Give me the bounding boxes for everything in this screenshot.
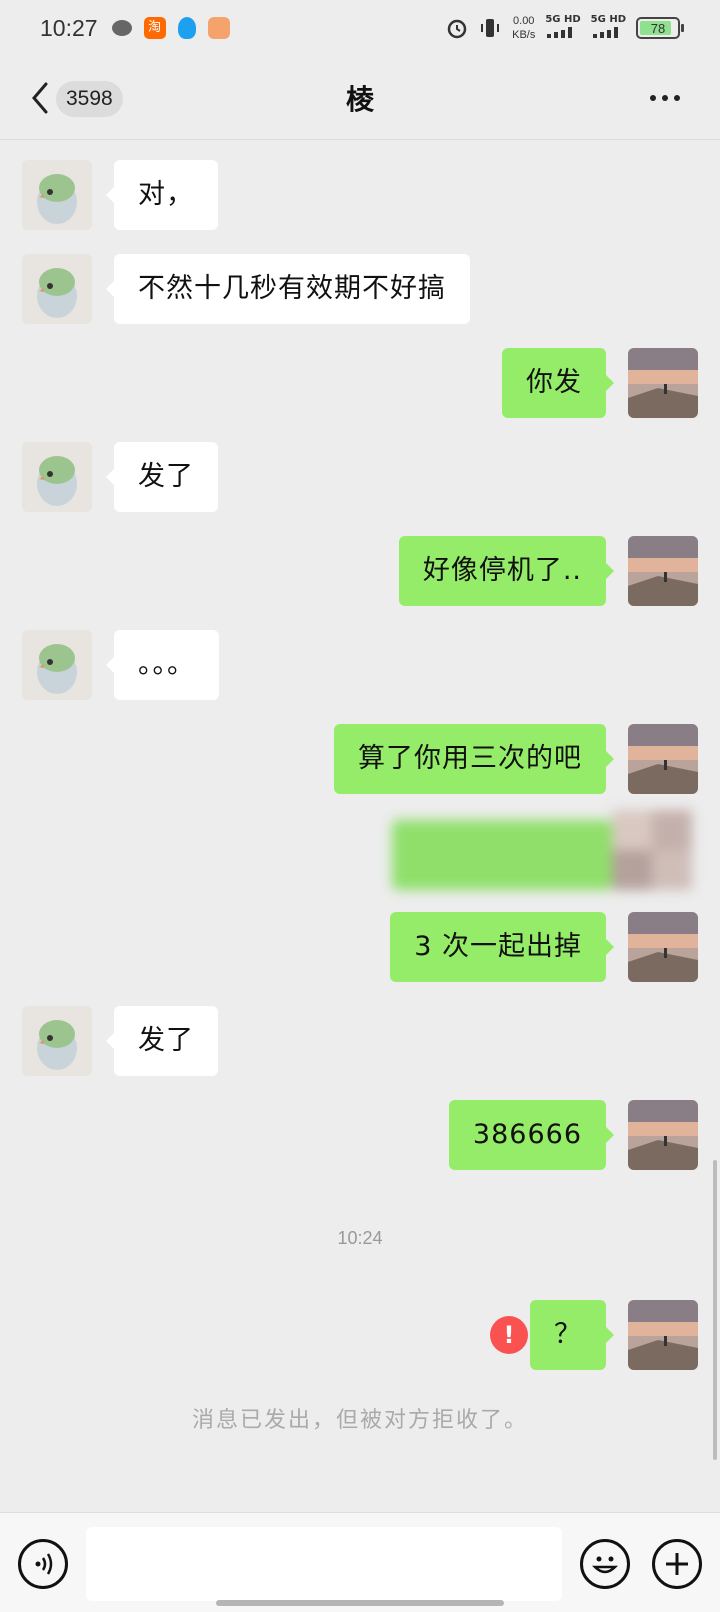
message-bubble-outgoing[interactable]: 386666 [448, 1100, 615, 1170]
signal-bars-icon [592, 27, 618, 38]
network-speed-value: 0.00 [513, 15, 535, 27]
status-bar: 10:27 淘 0.00 KB/s 5G HD 5G HD 78 [0, 0, 720, 56]
message-input[interactable] [86, 1527, 562, 1601]
voice-input-button[interactable] [18, 1539, 68, 1589]
message-bubble-incoming[interactable]: 不然十几秒有效期不好搞 [106, 254, 470, 324]
chat-title: 棱 [345, 83, 374, 116]
landscape-avatar-icon [628, 536, 698, 606]
bird-avatar-icon [22, 160, 92, 230]
bird-avatar-icon [22, 254, 92, 324]
network-speed-unit: KB/s [512, 29, 536, 41]
battery-level: 78 [650, 20, 666, 36]
more-functions-button[interactable] [652, 1539, 702, 1589]
system-notice: 消息已发出，但被对方拒收了。 [191, 1408, 528, 1433]
message-bubble-outgoing[interactable]: 好像停机了.. [398, 536, 615, 606]
network-speed: 0.00 KB/s [512, 14, 535, 42]
wechat-icon [111, 20, 132, 36]
my-avatar[interactable] [628, 1100, 698, 1170]
plus-icon [666, 1553, 688, 1575]
signal-bars-icon [547, 27, 573, 38]
input-bar [0, 1512, 720, 1612]
message-bubble-outgoing[interactable]: 算了你用三次的吧 [334, 724, 614, 794]
notification-app-icon [207, 17, 230, 39]
landscape-avatar-icon [628, 724, 698, 794]
bird-avatar-icon [22, 442, 92, 512]
status-time: 10:27 [40, 14, 98, 41]
message-bubble-outgoing[interactable]: ？ [530, 1300, 614, 1370]
signal-1-label: 5G HD [545, 14, 581, 25]
battery-icon: 78 [636, 17, 684, 39]
bird-avatar-icon [22, 1006, 92, 1076]
landscape-avatar-icon [628, 1300, 698, 1370]
message-bubble-incoming[interactable]: 对， [106, 160, 218, 230]
alarm-icon [447, 19, 467, 39]
censored-content [392, 810, 692, 890]
landscape-avatar-icon [628, 348, 698, 418]
contact-avatar[interactable] [22, 630, 92, 700]
signal-1: 5G HD [545, 14, 581, 42]
message-bubble-incoming[interactable]: 。。。 [106, 630, 219, 700]
signal-2-label: 5G HD [590, 14, 626, 25]
message-bubble-outgoing[interactable]: 你发 [502, 348, 614, 418]
message-bubble-incoming[interactable]: 发了 [106, 1006, 218, 1076]
signal-2: 5G HD [591, 14, 626, 42]
voice-icon [35, 1553, 53, 1575]
contact-avatar[interactable] [22, 160, 92, 230]
contact-avatar[interactable] [22, 442, 92, 512]
chat-header: 3598 棱 [0, 56, 720, 140]
my-avatar[interactable] [628, 912, 698, 982]
status-indicators: 0.00 KB/s 5G HD 5G HD 78 [446, 14, 684, 42]
contact-avatar[interactable] [22, 1006, 92, 1076]
home-indicator[interactable] [216, 1600, 504, 1606]
time-divider: 10:24 [337, 1228, 383, 1248]
bird-avatar-icon [22, 630, 92, 700]
dot-icon [674, 95, 680, 101]
status-app-icons: 淘 [111, 17, 230, 39]
more-options-button[interactable] [650, 86, 686, 110]
my-avatar[interactable] [628, 536, 698, 606]
dot-icon [662, 95, 668, 101]
smiley-icon [591, 1556, 619, 1574]
my-avatar[interactable] [628, 1300, 698, 1370]
taobao-icon: 淘 [143, 17, 166, 39]
message-bubble-incoming[interactable]: 发了 [106, 442, 218, 512]
landscape-avatar-icon [628, 1100, 698, 1170]
vibrate-icon [481, 19, 500, 37]
blurred-message [372, 800, 702, 910]
qq-icon [177, 17, 196, 39]
landscape-avatar-icon [628, 912, 698, 982]
contact-avatar[interactable] [22, 254, 92, 324]
send-failed-icon[interactable]: ! [490, 1316, 528, 1354]
scrollbar[interactable] [713, 1160, 717, 1460]
my-avatar[interactable] [628, 724, 698, 794]
my-avatar[interactable] [628, 348, 698, 418]
message-bubble-outgoing[interactable]: 3 次一起出掉 [390, 912, 614, 982]
emoji-button[interactable] [580, 1539, 630, 1589]
dot-icon [650, 95, 656, 101]
